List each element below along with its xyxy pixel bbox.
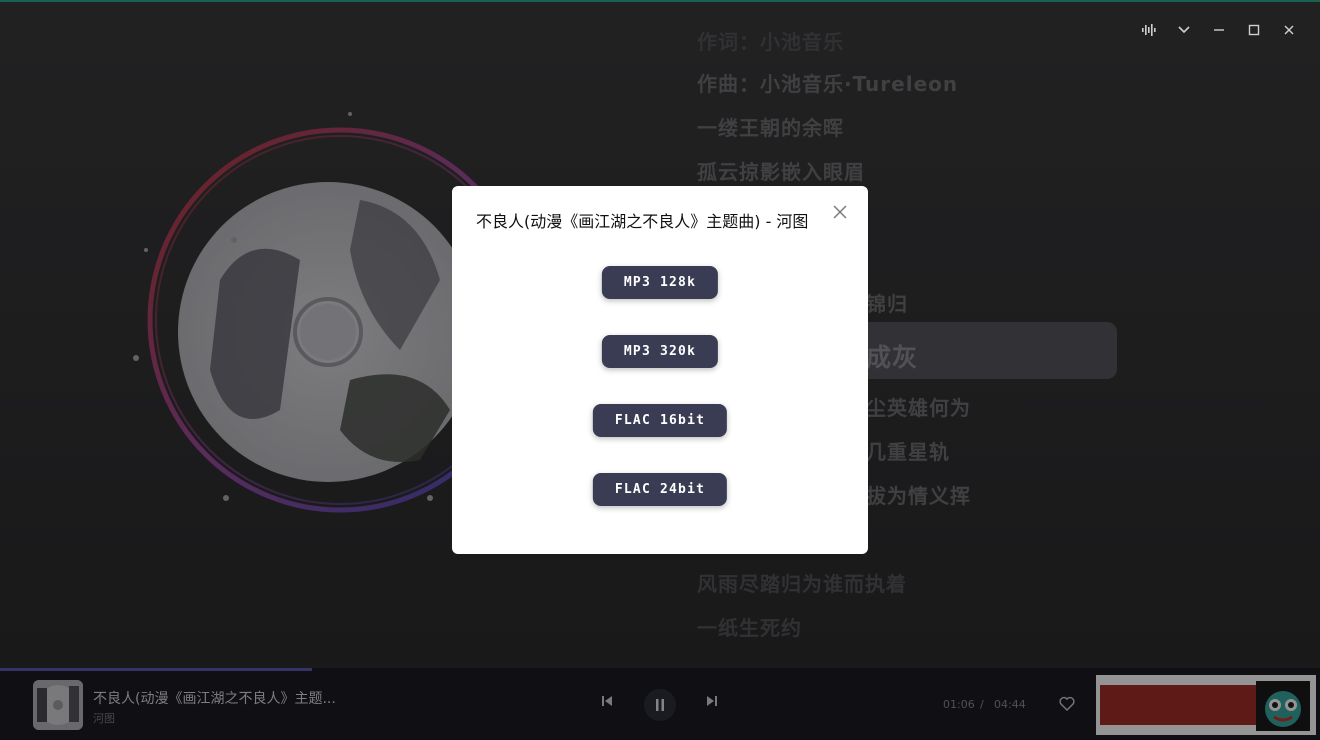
dialog-title: 不良人(动漫《画江湖之不良人》主题曲) - 河图	[476, 212, 809, 231]
quality-mp3-128k-button[interactable]: MP3 128k	[601, 266, 719, 299]
minimize-icon	[1213, 29, 1224, 31]
window-controls	[1131, 18, 1306, 42]
download-quality-dialog: 不良人(动漫《画江湖之不良人》主题曲) - 河图 MP3 128k MP3 32…	[452, 186, 868, 554]
audio-wave-icon	[1141, 24, 1156, 36]
maximize-icon	[1248, 24, 1259, 36]
collapse-button[interactable]	[1166, 18, 1201, 42]
maximize-button[interactable]	[1236, 18, 1271, 42]
quality-mp3-320k-button[interactable]: MP3 320k	[601, 335, 719, 368]
quality-flac-16bit-button[interactable]: FLAC 16bit	[592, 404, 728, 437]
dialog-close-button[interactable]	[832, 204, 848, 220]
close-icon	[1284, 25, 1293, 35]
audio-wave-button[interactable]	[1131, 18, 1166, 42]
minimize-button[interactable]	[1201, 18, 1236, 42]
chevron-down-icon	[1177, 26, 1190, 34]
close-icon	[833, 205, 847, 219]
close-window-button[interactable]	[1271, 18, 1306, 42]
quality-flac-24bit-button[interactable]: FLAC 24bit	[592, 473, 728, 506]
